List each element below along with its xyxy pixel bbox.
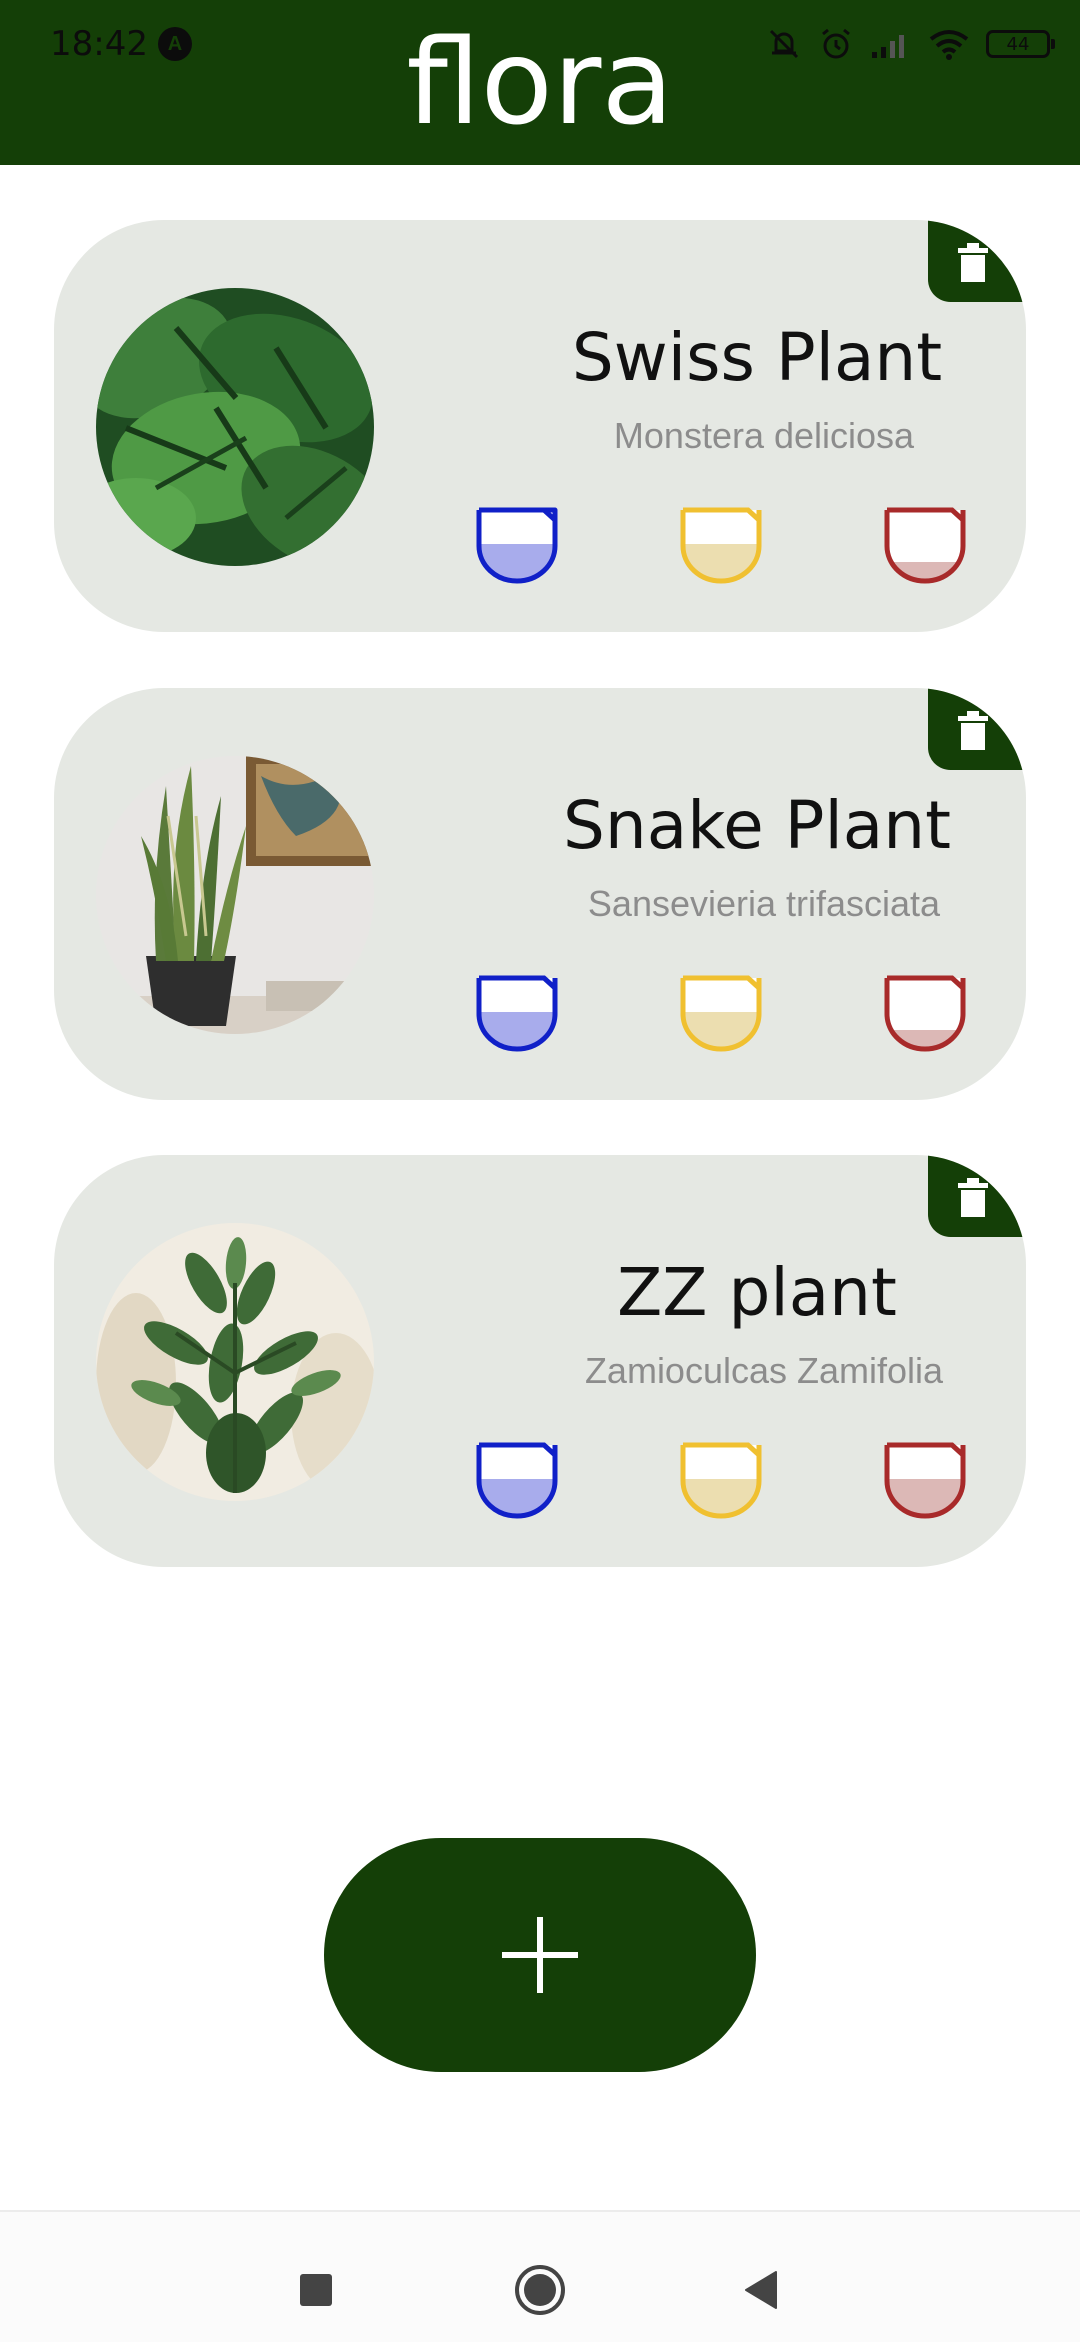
add-plant-button[interactable]	[324, 1838, 756, 2072]
temperature-level-icon	[884, 1442, 966, 1519]
system-nav-bar	[0, 2210, 1080, 2342]
plant-species: Zamioculcas Zamifolia	[584, 1350, 944, 1391]
signal-icon	[872, 35, 904, 58]
delete-button[interactable]	[928, 1155, 1026, 1237]
plant-name: ZZ plant	[617, 1254, 897, 1331]
temperature-level-icon	[884, 975, 966, 1052]
light-level-icon	[680, 975, 762, 1052]
plant-card[interactable]: Swiss Plant Monstera deliciosa	[54, 220, 1026, 632]
plant-photo-snake-plant	[96, 756, 374, 1034]
plus-icon	[502, 1917, 578, 1993]
battery-level: 44	[1006, 33, 1030, 55]
trash-icon	[958, 243, 988, 282]
water-level-icon	[476, 507, 558, 584]
trash-icon	[958, 1178, 988, 1217]
plant-card[interactable]: ZZ plant Zamioculcas Zamifolia	[54, 1155, 1026, 1567]
recent-apps-icon[interactable]	[300, 2274, 332, 2306]
trash-icon	[958, 711, 988, 750]
plant-species: Monstera deliciosa	[613, 415, 915, 456]
home-icon[interactable]	[514, 2264, 566, 2316]
app-bar: 18:42 A flora 44	[0, 0, 1080, 165]
delete-button[interactable]	[928, 220, 1026, 302]
wifi-icon	[929, 30, 969, 60]
status-icons: 44	[766, 22, 1055, 66]
plant-name: Snake Plant	[563, 787, 951, 864]
delete-button[interactable]	[928, 688, 1026, 770]
back-icon[interactable]	[744, 2270, 778, 2310]
battery-icon: 44	[986, 30, 1055, 58]
plant-card[interactable]: Snake Plant Sansevieria trifasciata	[54, 688, 1026, 1100]
bell-off-icon	[769, 29, 799, 59]
plant-name: Swiss Plant	[571, 319, 943, 396]
water-level-icon	[476, 1442, 558, 1519]
light-level-icon	[680, 1442, 762, 1519]
alarm-icon	[822, 28, 850, 59]
light-level-icon	[680, 507, 762, 584]
temperature-level-icon	[884, 507, 966, 584]
water-level-icon	[476, 975, 558, 1052]
plant-species: Sansevieria trifasciata	[587, 883, 941, 924]
plant-photo-zz-plant	[96, 1223, 374, 1501]
plant-photo-monstera	[96, 288, 374, 566]
